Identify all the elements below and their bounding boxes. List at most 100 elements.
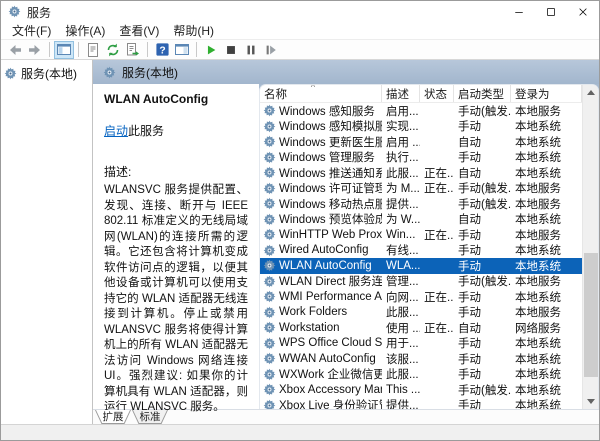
table-row[interactable]: Windows 许可证管理器服务为 M...正在...手动(触发...本地服务 [260, 181, 582, 197]
services-gear-icon [4, 67, 17, 80]
tree-item-services-local[interactable]: 服务(本地) [1, 63, 92, 84]
properties-icon[interactable] [83, 41, 103, 59]
table-row[interactable]: WMI Performance Adapt...向网...正在...手动本地系统 [260, 289, 582, 305]
service-gear-icon [263, 213, 276, 226]
service-gear-icon [263, 120, 276, 133]
service-logon-cell: 本地服务 [511, 273, 582, 289]
close-button[interactable] [567, 1, 599, 23]
menu-item-2[interactable]: 查看(V) [112, 23, 166, 39]
service-name-cell: WLAN Direct 服务连接管... [260, 273, 382, 289]
table-row[interactable]: Windows 推送通知系统服务此服...正在...自动本地系统 [260, 165, 582, 181]
service-startup-cell: 手动 [454, 258, 511, 274]
sort-ascending-icon: ^ [311, 85, 315, 92]
scroll-up-icon[interactable] [583, 85, 599, 100]
service-gear-icon [263, 228, 276, 241]
start-service-icon[interactable] [201, 41, 221, 59]
pause-service-icon[interactable] [241, 41, 261, 59]
service-desc-cell: 向网... [382, 289, 420, 305]
service-name-cell: Workstation [260, 321, 382, 334]
minimize-button[interactable] [503, 1, 535, 23]
service-gear-icon [263, 368, 276, 381]
tab-label: 标准 [133, 410, 167, 423]
column-header-3[interactable]: 启动类型 [454, 85, 511, 102]
table-row[interactable]: Work Folders此服...手动本地服务 [260, 305, 582, 321]
table-row[interactable]: Xbox Live 身份验证管理器提供...手动本地系统 [260, 398, 582, 410]
table-row[interactable]: Windows 管理服务执行...手动本地系统 [260, 150, 582, 166]
service-status-cell: 正在... [420, 289, 454, 305]
service-startup-cell: 手动(触发... [454, 382, 511, 398]
start-service-link[interactable]: 启动 [104, 124, 128, 138]
toolbar-separator [147, 42, 148, 57]
table-row[interactable]: Windows 感知模拟服务实现...手动本地系统 [260, 119, 582, 135]
service-logon-cell: 本地系统 [511, 289, 582, 305]
tab-extended[interactable]: 扩展 [95, 410, 131, 424]
column-header-1[interactable]: 描述 [382, 85, 420, 102]
toolbar-separator [49, 42, 50, 57]
table-row[interactable]: Windows 更新医生服务启用 ...自动本地系统 [260, 134, 582, 150]
menu-item-0[interactable]: 文件(F) [5, 23, 58, 39]
service-name-cell: WPS Office Cloud Service [260, 337, 382, 350]
menu-item-1[interactable]: 操作(A) [58, 23, 112, 39]
table-row[interactable]: WPS Office Cloud Service用于...手动本地系统 [260, 336, 582, 352]
service-gear-icon [263, 383, 276, 396]
column-header-2[interactable]: 状态 [420, 85, 454, 102]
table-row[interactable]: WLAN Direct 服务连接管...管理...手动(触发...本地服务 [260, 274, 582, 290]
description-label: 描述: [104, 163, 248, 180]
scroll-down-icon[interactable] [583, 394, 599, 409]
service-desc-cell: 用于... [382, 335, 420, 351]
service-gear-icon [263, 151, 276, 164]
service-desc-cell: 使用 ... [382, 320, 420, 336]
service-logon-cell: 本地服务 [511, 304, 582, 320]
service-logon-cell: 本地服务 [511, 227, 582, 243]
service-name-cell: WMI Performance Adapt... [260, 290, 382, 303]
service-desc-cell: 此服... [382, 366, 420, 382]
menu-item-3[interactable]: 帮助(H) [166, 23, 221, 39]
vertical-scrollbar[interactable] [582, 85, 598, 409]
back-arrow-icon[interactable] [5, 41, 25, 59]
table-row[interactable]: Workstation使用 ...正在...自动网络服务 [260, 320, 582, 336]
service-detail-pane: WLAN AutoConfig 启动此服务 描述: WLANSVC 服务提供配置… [93, 84, 259, 409]
scrollbar-thumb[interactable] [584, 253, 598, 376]
refresh-icon[interactable] [103, 41, 123, 59]
service-name-cell: WXWork 企业微信更新服务 [260, 366, 382, 382]
table-row[interactable]: WinHTTP Web Proxy Aut...Win...正在...手动本地服… [260, 227, 582, 243]
service-gear-icon [263, 275, 276, 288]
column-header-4[interactable]: 登录为 [511, 85, 582, 102]
help-icon[interactable]: ? [152, 41, 172, 59]
forward-arrow-icon[interactable] [25, 41, 45, 59]
table-row[interactable]: Wired AutoConfig有线...手动本地系统 [260, 243, 582, 259]
table-row[interactable]: Xbox Accessory Manage...This ...手动(触发...… [260, 382, 582, 398]
services-window: 服务 文件(F)操作(A)查看(V)帮助(H) ? 服务(本地) 服务(本地) … [0, 0, 600, 441]
service-startup-cell: 手动 [454, 366, 511, 382]
maximize-button[interactable] [535, 1, 567, 23]
service-logon-cell: 本地服务 [511, 196, 582, 212]
table-row[interactable]: Windows 移动热点服务提供...手动(触发...本地服务 [260, 196, 582, 212]
service-startup-cell: 手动 [454, 242, 511, 258]
console-tree-icon[interactable] [54, 41, 74, 59]
restart-service-icon[interactable] [261, 41, 281, 59]
service-logon-cell: 本地系统 [511, 165, 582, 181]
action-pane-icon[interactable] [172, 41, 192, 59]
service-name-cell: Windows 管理服务 [260, 149, 382, 165]
service-desc-cell: 该服... [382, 351, 420, 367]
service-logon-cell: 本地系统 [511, 397, 582, 409]
service-startup-cell: 自动 [454, 211, 511, 227]
export-list-icon[interactable] [123, 41, 143, 59]
table-row[interactable]: WLAN AutoConfigWLA...手动本地系统 [260, 258, 582, 274]
service-gear-icon [263, 197, 276, 210]
column-header-0[interactable]: 名称^ [260, 85, 382, 102]
table-row[interactable]: Windows 预览体验成员服务为 W...自动本地系统 [260, 212, 582, 228]
table-row[interactable]: Windows 感知服务启用...手动(触发...本地服务 [260, 103, 582, 119]
service-name-cell: Windows 推送通知系统服务 [260, 165, 382, 181]
table-row[interactable]: WWAN AutoConfig该服...手动本地系统 [260, 351, 582, 367]
service-name-cell: Windows 预览体验成员服务 [260, 211, 382, 227]
table-row[interactable]: WXWork 企业微信更新服务此服...手动本地系统 [260, 367, 582, 383]
service-desc-cell: 为 M... [382, 180, 420, 196]
service-desc-cell: 此服... [382, 304, 420, 320]
services-app-icon [8, 5, 22, 19]
service-name-cell: Windows 许可证管理器服务 [260, 180, 382, 196]
tab-standard[interactable]: 标准 [132, 410, 168, 424]
service-name-cell: Windows 感知模拟服务 [260, 118, 382, 134]
service-logon-cell: 本地系统 [511, 118, 582, 134]
stop-service-icon[interactable] [221, 41, 241, 59]
